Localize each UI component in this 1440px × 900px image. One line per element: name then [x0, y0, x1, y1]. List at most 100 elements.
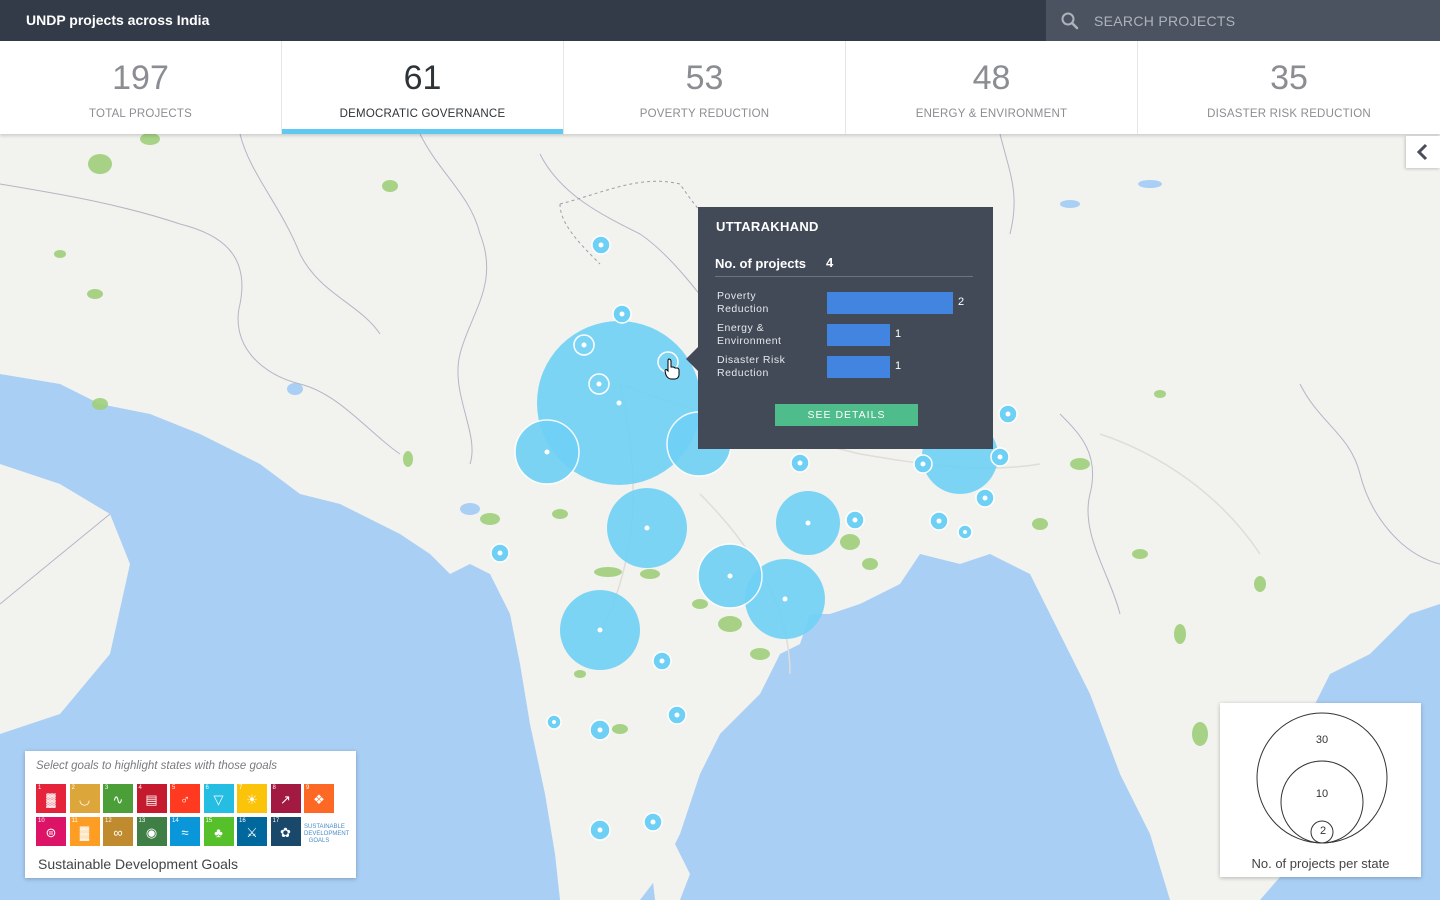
water-icon: ▽ [213, 792, 224, 807]
tooltip-row-label: Energy & Environment [717, 322, 782, 347]
sdg-hint: Select goals to highlight states with th… [36, 760, 278, 772]
city-icon: ▓ [79, 825, 90, 840]
tooltip-row-value: 1 [895, 360, 902, 372]
sdg-goal-number: 9 [306, 785, 310, 791]
state-tooltip: UTTARAKHAND No. of projects 4 Poverty Re… [686, 207, 993, 449]
legend-circle-30 [1256, 712, 1388, 844]
bowl-icon: ◡ [78, 792, 91, 807]
tooltip-row: Disaster Risk Reduction 1 [717, 354, 977, 384]
legend-value-10: 10 [1315, 788, 1329, 800]
sdg-goal-number: 3 [105, 785, 109, 791]
stat-democratic-governance[interactable]: 61 DEMOCRATIC GOVERNANCE [282, 41, 564, 134]
sdg-goal-1[interactable]: 1 ▓ [36, 784, 66, 813]
sdg-goal-10[interactable]: 10 ⊜ [36, 817, 66, 846]
tooltip-bar [827, 356, 890, 378]
tooltip-row-label: Disaster Risk Reduction [717, 354, 786, 379]
sdg-goal-13[interactable]: 13 ◉ [136, 817, 167, 846]
search-icon [1061, 12, 1079, 30]
sdg-goal-number: 14 [172, 818, 179, 824]
sdg-goal-number: 1 [38, 785, 42, 791]
see-details-button[interactable]: SEE DETAILS [775, 404, 918, 426]
sdg-goal-number: 5 [172, 785, 176, 791]
sdg-goal-14[interactable]: 14 ≈ [170, 817, 200, 846]
sdg-goal-number: 2 [71, 785, 75, 791]
sdg-goal-2[interactable]: 2 ◡ [69, 784, 100, 813]
eye-icon: ◉ [145, 825, 158, 840]
stats-bar: 197 TOTAL PROJECTS 61 DEMOCRATIC GOVERNA… [0, 41, 1440, 134]
book-icon: ▤ [145, 792, 158, 807]
stat-label: TOTAL PROJECTS [89, 108, 192, 120]
sdg-goal-4[interactable]: 4 ▤ [136, 784, 167, 813]
search-input[interactable] [1094, 0, 1424, 41]
sdg-panel: Select goals to highlight states with th… [25, 751, 356, 878]
stat-value: 61 [403, 59, 442, 97]
tooltip-count-row: No. of projects 4 [715, 255, 973, 277]
flower-icon: ✿ [280, 825, 291, 840]
stat-label: DEMOCRATIC GOVERNANCE [339, 108, 506, 120]
top-bar: UNDP projects across India [0, 0, 1440, 41]
stat-value: 197 [112, 59, 169, 97]
stat-total-projects[interactable]: 197 TOTAL PROJECTS [0, 41, 282, 134]
dove-icon: ⚔ [246, 825, 258, 840]
fish-icon: ≈ [181, 825, 189, 840]
tooltip-row-value: 1 [895, 328, 902, 340]
legend-caption: No. of projects per state [1251, 856, 1390, 871]
stat-value: 35 [1270, 59, 1308, 97]
stat-value: 53 [685, 59, 724, 97]
stat-label: ENERGY & ENVIRONMENT [915, 108, 1068, 120]
equal-icon: ⊜ [45, 825, 57, 840]
panel-toggle-button[interactable] [1406, 136, 1440, 168]
stat-label: DISASTER RISK REDUCTION [1207, 108, 1371, 120]
tooltip-row-label: Poverty Reduction [717, 290, 769, 315]
tooltip-row-value: 2 [958, 296, 965, 308]
sdg-goal-6[interactable]: 6 ▽ [203, 784, 234, 813]
size-legend: 30 10 2 No. of projects per state [1220, 703, 1421, 877]
sdg-goal-15[interactable]: 15 ♣ [203, 817, 234, 846]
sdg-goal-8[interactable]: 8 ↗ [270, 784, 301, 813]
sdg-goal-number: 8 [272, 785, 276, 791]
tooltip-row: Energy & Environment 1 [717, 322, 977, 352]
sdg-goal-9[interactable]: 9 ❖ [304, 784, 334, 813]
sdg-goal-17[interactable]: 17 ✿ [270, 817, 301, 846]
tooltip-state-name: UTTARAKHAND [716, 219, 819, 234]
sdg-goal-3[interactable]: 3 ∿ [103, 784, 133, 813]
legend-value-2: 2 [1319, 825, 1327, 837]
tree-icon: ♣ [214, 825, 223, 840]
heartbeat-icon: ∿ [112, 792, 124, 807]
sun-icon: ☀ [246, 792, 258, 807]
sdg-goal-number: 4 [138, 785, 142, 791]
sdg-goal-number: 10 [38, 818, 45, 824]
sdg-goal-5[interactable]: 5 ♂ [170, 784, 200, 813]
infinity-icon: ∞ [113, 825, 123, 840]
sdg-goal-number: 15 [205, 818, 213, 824]
sdg-caption: Sustainable Development Goals [38, 856, 239, 872]
hand-cursor-icon [664, 358, 680, 380]
sdg-goal-16[interactable]: 16 ⚔ [237, 817, 267, 846]
search-box[interactable] [1046, 0, 1440, 41]
gender-icon: ♂ [180, 792, 190, 807]
tooltip-count-label: No. of projects [715, 256, 807, 271]
growth-chart-icon: ↗ [280, 792, 291, 807]
stat-disaster-risk-reduction[interactable]: 35 DISASTER RISK REDUCTION [1138, 41, 1440, 134]
sdg-goal-number: 6 [205, 785, 209, 791]
sdg-goal-number: 16 [239, 818, 246, 824]
tooltip-bar [827, 324, 890, 346]
sdg-goal-12[interactable]: 12 ∞ [103, 817, 133, 846]
sdg-logo: SUSTAINABLE DEVELOPMENT GOALS [304, 817, 349, 846]
sdg-goal-7[interactable]: 7 ☀ [237, 784, 267, 813]
sdg-goal-number: 12 [105, 818, 112, 824]
legend-value-30: 30 [1315, 734, 1329, 746]
people-icon: ▓ [46, 792, 56, 807]
sdg-grid: 1 ▓ 2 ◡ 3 ∿ 4 ▤ 5 ♂ 6 ▽ 7 ☀ 8 ↗ 9 ❖ 10 ⊜ 11 ▓ 12 ∞ 13 ◉ 14 ≈15 ♣ 16 ⚔ 1… [36, 784, 349, 846]
sdg-goal-number: 7 [239, 785, 243, 791]
cubes-icon: ❖ [313, 792, 325, 807]
sdg-goal-number: 17 [272, 818, 280, 824]
sdg-goal-number: 11 [71, 818, 78, 824]
tooltip-count-value: 4 [826, 255, 834, 270]
tooltip-arrow [686, 347, 698, 371]
stat-energy-environment[interactable]: 48 ENERGY & ENVIRONMENT [846, 41, 1138, 134]
stat-poverty-reduction[interactable]: 53 POVERTY REDUCTION [564, 41, 846, 134]
app-title: UNDP projects across India [26, 12, 210, 28]
sdg-goal-11[interactable]: 11 ▓ [69, 817, 100, 846]
tooltip-row: Poverty Reduction 2 [717, 290, 977, 320]
